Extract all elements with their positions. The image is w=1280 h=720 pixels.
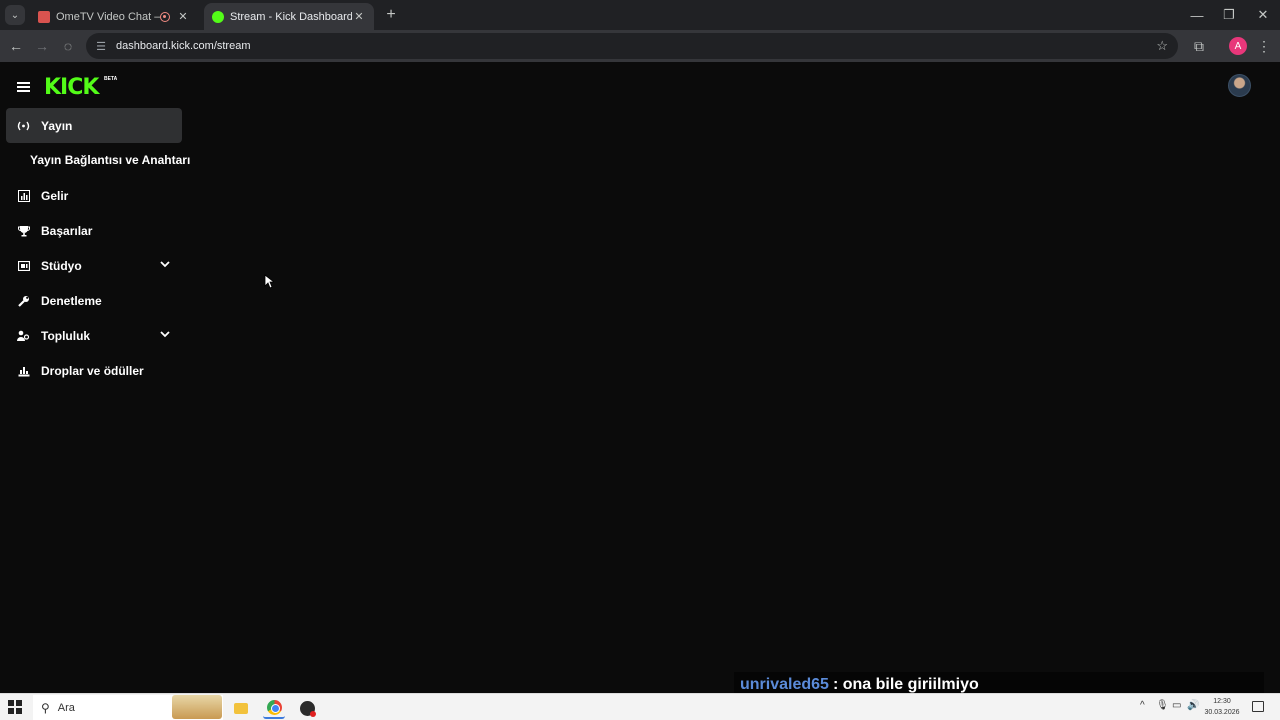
sidebar-item-label: Yayın [41, 118, 73, 133]
wrench-icon [17, 294, 30, 307]
windows-taskbar: ⚲ Ara ^ 🎙 ▭ 🔊 12:30 30.03.2026 [0, 693, 1280, 720]
tray-chevron-icon[interactable]: ^ [1140, 700, 1145, 711]
sidebar-item-label: Denetleme [41, 293, 102, 308]
hamburger-menu-icon[interactable] [17, 82, 30, 92]
loading-stop-icon[interactable]: ◌ [58, 36, 78, 56]
kick-favicon-icon [212, 10, 224, 23]
search-placeholder: Ara [57, 701, 75, 714]
microphone-icon[interactable]: 🎙 [1156, 700, 1169, 711]
chevron-down-icon[interactable] [159, 258, 171, 270]
forward-arrow-icon[interactable]: → [32, 36, 52, 56]
sidebar-item-gelir[interactable]: Gelir [6, 178, 182, 213]
browser-tab-strip: ⌄ OmeTV Video Chat — Ome ✕ Stream - Kick… [0, 0, 1280, 30]
mouse-cursor-icon [264, 274, 274, 289]
chrome-icon[interactable] [263, 697, 285, 719]
tab-search-button[interactable]: ⌄ [5, 5, 25, 25]
sidebar-subitem-stream-key[interactable]: Yayın Bağlantısı ve Anahtarı [30, 153, 190, 167]
chat-message: : ona bile giriilmiyo [832, 676, 979, 693]
recording-icon [160, 11, 170, 22]
obs-icon[interactable] [296, 697, 318, 719]
sidebar-item-studyo[interactable]: Stüdyo [6, 248, 182, 283]
site-info-icon[interactable]: ☰ [94, 39, 108, 53]
trophy-icon [17, 224, 30, 237]
bookmark-star-icon[interactable]: ☆ [1156, 38, 1168, 54]
windows-start-icon[interactable] [8, 700, 22, 714]
tab-kick-dashboard[interactable]: Stream - Kick Dashboard ✕ [204, 3, 374, 30]
community-icon [17, 329, 30, 342]
new-tab-button[interactable]: + [381, 5, 401, 25]
sidebar-item-label: Topluluk [41, 328, 91, 343]
sidebar-item-label: Başarılar [41, 223, 93, 238]
url-text: dashboard.kick.com/stream [116, 40, 251, 52]
back-arrow-icon[interactable]: ← [6, 36, 26, 56]
sidebar-item-denetleme[interactable]: Denetleme [6, 283, 182, 318]
sidebar-item-label: Droplar ve ödüller [41, 363, 144, 378]
clock-date: 30.03.2026 [1204, 709, 1240, 716]
restore-icon[interactable]: ❐ [1212, 0, 1246, 30]
drops-icon [17, 364, 30, 377]
sidebar-item-basarilar[interactable]: Başarılar [6, 213, 182, 248]
network-icon[interactable]: ▭ [1172, 700, 1181, 711]
chat-username: unrivaled65 [740, 676, 829, 693]
sidebar-item-droplar[interactable]: Droplar ve ödüller [6, 353, 182, 388]
browser-toolbar: ← → ◌ ☰ dashboard.kick.com/stream ☆ ⧉ A … [0, 30, 1280, 62]
close-window-icon[interactable]: ✕ [1246, 0, 1280, 30]
tab-title: OmeTV Video Chat — Ome [56, 10, 160, 23]
close-tab-icon[interactable]: ✕ [176, 10, 190, 23]
browser-profile-avatar[interactable]: A [1229, 37, 1247, 55]
search-highlight-image[interactable] [172, 695, 222, 719]
address-bar[interactable]: ☰ dashboard.kick.com/stream ☆ [86, 33, 1178, 59]
broadcast-icon [17, 119, 30, 132]
sidebar-item-yayin[interactable]: Yayın [6, 108, 182, 143]
sidebar-item-label: Stüdyo [41, 258, 82, 273]
clock-time: 12:30 [1213, 698, 1231, 705]
search-icon: ⚲ [41, 700, 50, 715]
tab-ometv[interactable]: OmeTV Video Chat — Ome ✕ [30, 3, 198, 30]
studio-icon [17, 259, 30, 272]
sidebar-item-label: Gelir [41, 188, 69, 203]
sidebar-item-topluluk[interactable]: Topluluk [6, 318, 182, 353]
notification-icon[interactable] [1252, 701, 1264, 712]
user-avatar[interactable] [1228, 74, 1251, 97]
volume-icon[interactable]: 🔊 [1187, 700, 1199, 711]
minimize-icon[interactable]: — [1180, 0, 1214, 30]
chart-icon [17, 189, 30, 202]
kick-logo[interactable]: KICK [44, 75, 99, 100]
menu-kebab-icon[interactable]: ⋮ [1254, 36, 1274, 56]
beta-badge: BETA [104, 76, 118, 82]
taskbar-clock[interactable]: 12:30 30.03.2026 [1200, 696, 1244, 718]
chevron-down-icon[interactable] [159, 328, 171, 340]
kick-dashboard-page: KICK BETA Yayın Yayın Bağlantısı ve Anah… [0, 62, 1280, 693]
close-tab-icon[interactable]: ✕ [352, 10, 366, 23]
tab-title: Stream - Kick Dashboard [230, 10, 352, 23]
extensions-icon[interactable]: ⧉ [1189, 36, 1209, 56]
ometv-favicon-icon [38, 10, 50, 23]
file-explorer-icon[interactable] [230, 697, 252, 719]
